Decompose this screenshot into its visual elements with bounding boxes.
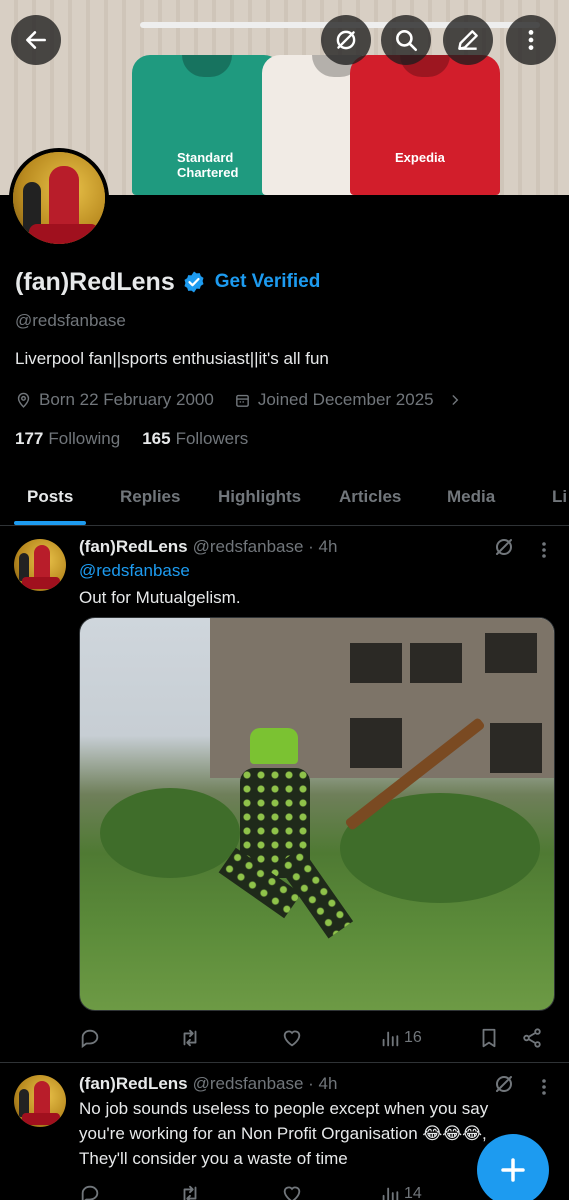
post-avatar[interactable] [14, 1075, 66, 1127]
post-header: (fan)RedLens @redsfanbase · 4h [79, 1072, 337, 1096]
share-button[interactable] [521, 1024, 543, 1052]
more-options-button[interactable] [506, 15, 556, 65]
birthday-text: Born 22 February 2000 [39, 390, 214, 409]
pencil-icon [458, 30, 478, 50]
back-button[interactable] [11, 15, 61, 65]
more-vertical-icon[interactable] [534, 538, 554, 562]
chevron-right-icon[interactable] [448, 393, 462, 407]
post-image[interactable] [79, 617, 555, 1011]
reply-button[interactable] [79, 1180, 101, 1200]
post-author-handle: @redsfanbase · 4h [192, 537, 338, 556]
like-button[interactable] [281, 1024, 303, 1052]
post-author-name[interactable]: (fan)RedLens [79, 1074, 188, 1094]
following-count[interactable]: 177 [15, 429, 43, 449]
heart-icon [283, 1186, 301, 1200]
joined-text: Joined December 2025 [257, 390, 434, 409]
jersey-red: Expedia [350, 55, 500, 195]
profile-name-row: (fan)RedLens Get Verified [15, 264, 320, 300]
tab-highlights[interactable]: Highlights [218, 469, 301, 525]
profile-bio: Liverpool fan||sports enthusiast||it's a… [15, 349, 329, 368]
views-button[interactable]: 16 [379, 1024, 422, 1052]
post-actions: 16 [79, 1024, 549, 1052]
profile-handle: @redsfanbase [15, 311, 126, 330]
image-person [200, 728, 354, 958]
bookmark-button[interactable] [478, 1024, 500, 1052]
tab-media[interactable]: Media [447, 469, 495, 525]
reply-icon [81, 1185, 99, 1200]
grok-button[interactable] [321, 15, 371, 65]
reply-button[interactable] [79, 1024, 101, 1052]
tab-posts[interactable]: Posts [27, 469, 73, 525]
followers-count[interactable]: 165 [142, 429, 170, 449]
repost-icon [183, 1029, 197, 1047]
grok-icon[interactable] [492, 535, 516, 559]
post-avatar[interactable] [14, 539, 66, 591]
grok-icon[interactable] [492, 1072, 516, 1096]
follow-stats: 177 Following 165 Followers [15, 427, 270, 451]
arrow-left-icon [26, 31, 46, 49]
share-icon [523, 1028, 541, 1048]
more-vertical-icon [528, 30, 534, 50]
profile-meta: Born 22 February 2000 Joined December 20… [15, 388, 469, 412]
location-pin-icon [17, 392, 30, 408]
plus-icon [501, 1158, 525, 1182]
grok-icon [336, 30, 356, 50]
post-mention[interactable]: @redsfanbase [79, 561, 190, 581]
like-button[interactable] [281, 1180, 303, 1200]
views-count: 16 [404, 1029, 422, 1046]
views-chart-icon [382, 1031, 399, 1047]
tab-articles[interactable]: Articles [339, 469, 401, 525]
post-author-name[interactable]: (fan)RedLens [79, 537, 188, 557]
post-text-line: No job sounds useless to people except w… [79, 1099, 489, 1118]
verified-badge-icon [184, 271, 204, 293]
post-divider [0, 1062, 569, 1063]
views-chart-icon [382, 1187, 399, 1200]
active-tab-indicator [14, 521, 86, 525]
heart-icon [283, 1030, 301, 1047]
profile-avatar[interactable] [9, 148, 109, 248]
edit-profile-button[interactable] [443, 15, 493, 65]
jersey-green: Standard Chartered [132, 55, 282, 195]
joined-item[interactable]: Joined December 2025 [234, 390, 434, 410]
repost-button[interactable] [179, 1024, 201, 1052]
post-text: Out for Mutualgelism. [79, 588, 241, 607]
post-author-handle: @redsfanbase · 4h [192, 1074, 338, 1093]
bookmark-icon [482, 1028, 496, 1048]
tab-likes[interactable]: Li [552, 469, 567, 525]
reply-icon [81, 1029, 99, 1049]
search-button[interactable] [381, 15, 431, 65]
compose-post-button[interactable] [477, 1134, 549, 1200]
search-icon [396, 30, 418, 52]
post-header: (fan)RedLens @redsfanbase · 4h [79, 535, 337, 559]
get-verified-link[interactable]: Get Verified [215, 271, 321, 293]
views-count: 14 [404, 1185, 422, 1200]
repost-icon [183, 1185, 197, 1200]
calendar-icon [235, 394, 249, 407]
tab-replies[interactable]: Replies [120, 469, 180, 525]
profile-tabs: Posts Replies Highlights Articles Media … [0, 469, 569, 526]
banner-sponsor-2: Expedia [395, 150, 445, 165]
repost-button[interactable] [179, 1180, 201, 1200]
post-text-line: you're working for an Non Profit Organis… [79, 1124, 487, 1143]
following-label[interactable]: Following [48, 429, 120, 449]
profile-name: (fan)RedLens [15, 267, 175, 296]
followers-label[interactable]: Followers [176, 429, 249, 449]
views-button[interactable]: 14 [379, 1180, 422, 1200]
